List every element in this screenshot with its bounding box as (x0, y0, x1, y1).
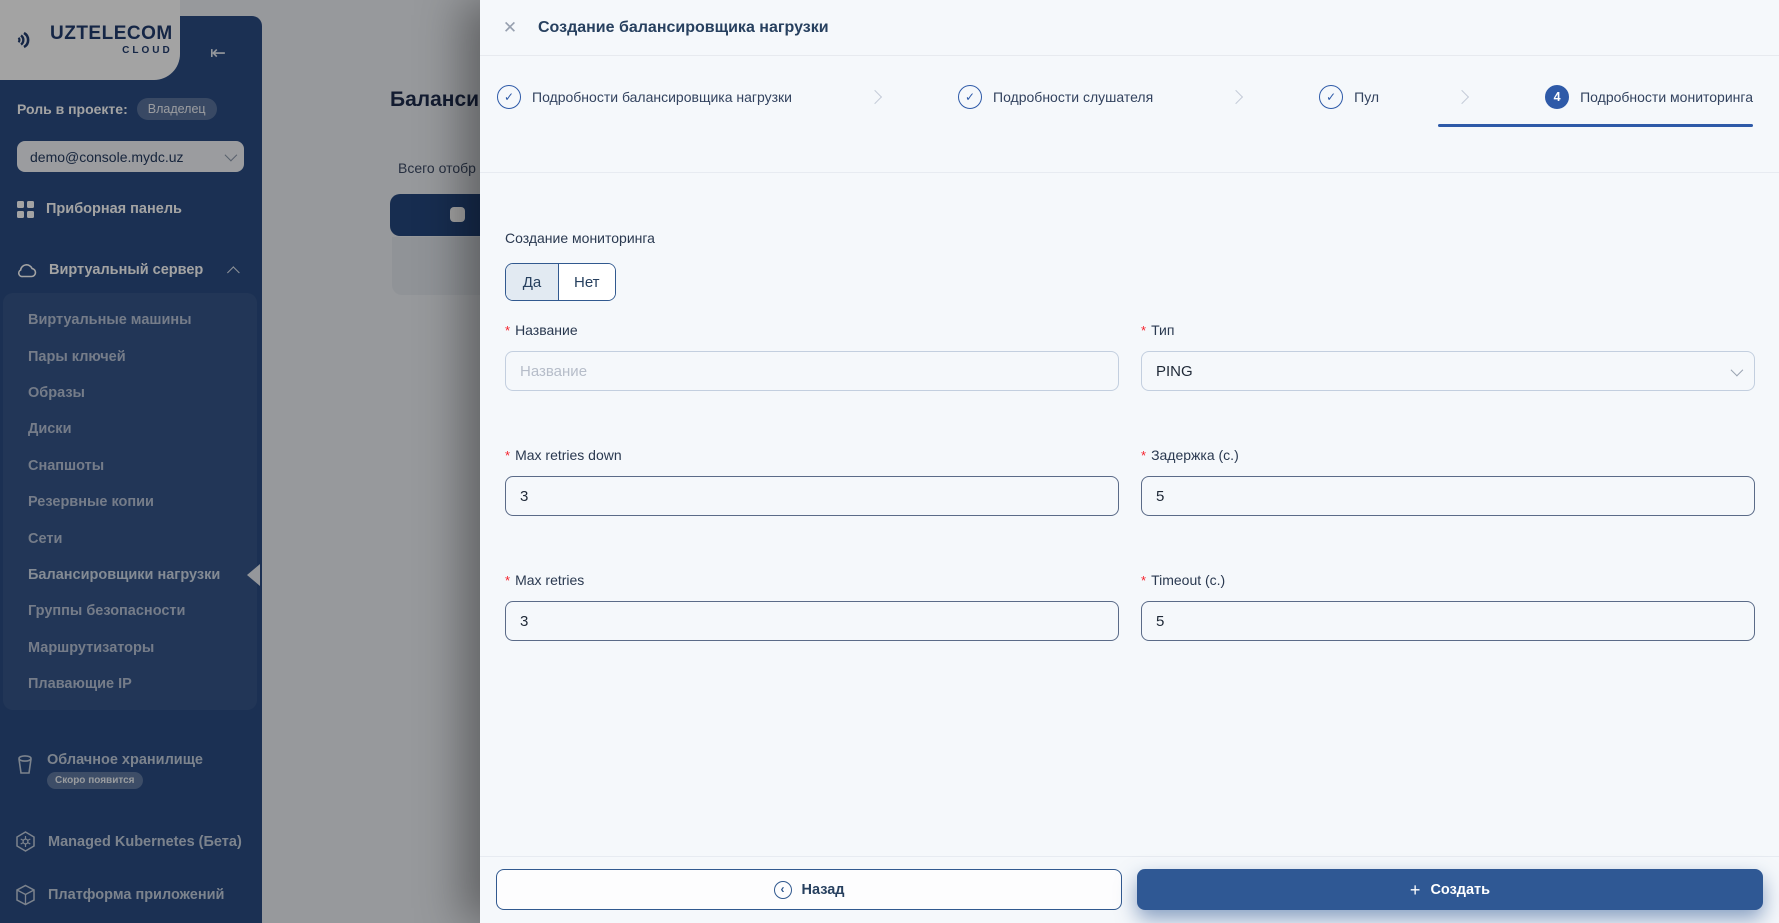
step-load-balancer-details[interactable]: ✓ Подробности балансировщика нагрузки (497, 85, 792, 109)
toggle-yes-button[interactable]: Да (506, 264, 558, 300)
max-retries-down-label: * Max retries down (505, 447, 1119, 463)
delay-label: * Задержка (с.) (1141, 447, 1755, 463)
step-pool[interactable]: ✓ Пул (1319, 85, 1379, 109)
name-label: * Название (505, 322, 1119, 338)
required-asterisk: * (505, 323, 510, 338)
back-arrow-icon: ‹ (774, 881, 792, 899)
field-max-retries-down: * Max retries down (505, 447, 1119, 516)
required-asterisk: * (505, 573, 510, 588)
back-button-label: Назад (802, 882, 845, 898)
monitoring-form: Создание мониторинга Да Нет * Название *… (480, 173, 1779, 856)
close-glyph: ✕ (503, 18, 517, 38)
create-load-balancer-drawer: ✕ Создание балансировщика нагрузки ✓ Под… (480, 0, 1779, 923)
plus-icon: + (1410, 881, 1421, 899)
create-button[interactable]: + Создать (1137, 869, 1763, 910)
chevron-down-icon (1731, 363, 1744, 376)
max-retries-label: * Max retries (505, 572, 1119, 588)
active-step-underline (1438, 124, 1753, 127)
step-listener-details[interactable]: ✓ Подробности слушателя (958, 85, 1153, 109)
max-retries-down-input[interactable] (505, 476, 1119, 516)
drawer-title: Создание балансировщика нагрузки (538, 19, 829, 37)
step-check-icon: ✓ (497, 85, 521, 109)
app-screen: Балансир Всего отобр UZTELECOM CLOUD ⇤ Р… (0, 0, 1779, 923)
chevron-right-icon (868, 89, 882, 103)
required-asterisk: * (505, 448, 510, 463)
step-label: Пул (1354, 89, 1379, 105)
drawer-footer: ‹ Назад + Создать (480, 856, 1779, 923)
chevron-right-icon (1455, 89, 1469, 103)
delay-input[interactable] (1141, 476, 1755, 516)
type-label: * Тип (1141, 322, 1755, 338)
timeout-input[interactable] (1141, 601, 1755, 641)
field-row-2: * Max retries down * Задержка (с.) (505, 447, 1755, 516)
required-asterisk: * (1141, 573, 1146, 588)
create-button-label: Создать (1430, 882, 1490, 898)
create-monitoring-label: Создание мониторинга (505, 230, 1755, 246)
max-retries-input[interactable] (505, 601, 1119, 641)
step-monitoring-details[interactable]: 4 Подробности мониторинга (1545, 85, 1753, 109)
drawer-header: ✕ Создание балансировщика нагрузки (480, 0, 1779, 56)
name-input[interactable] (505, 351, 1119, 391)
step-number-badge: 4 (1545, 85, 1569, 109)
field-name: * Название (505, 322, 1119, 391)
required-asterisk: * (1141, 323, 1146, 338)
field-row-3: * Max retries * Timeout (с.) (505, 572, 1755, 641)
type-select-value: PING (1156, 363, 1193, 380)
wizard-steps: ✓ Подробности балансировщика нагрузки ✓ … (480, 56, 1779, 127)
type-select[interactable]: PING (1141, 351, 1755, 391)
field-delay: * Задержка (с.) (1141, 447, 1755, 516)
field-max-retries: * Max retries (505, 572, 1119, 641)
back-button[interactable]: ‹ Назад (496, 869, 1122, 910)
field-row-1: * Название * Тип PING (505, 322, 1755, 391)
step-check-icon: ✓ (1319, 85, 1343, 109)
step-label: Подробности балансировщика нагрузки (532, 89, 792, 105)
close-icon[interactable]: ✕ (497, 15, 523, 41)
chevron-right-icon (1229, 89, 1243, 103)
required-asterisk: * (1141, 448, 1146, 463)
timeout-label: * Timeout (с.) (1141, 572, 1755, 588)
step-check-icon: ✓ (958, 85, 982, 109)
step-label: Подробности слушателя (993, 89, 1153, 105)
field-type: * Тип PING (1141, 322, 1755, 391)
step-label: Подробности мониторинга (1580, 89, 1753, 105)
toggle-no-button[interactable]: Нет (558, 264, 615, 300)
create-monitoring-toggle: Да Нет (505, 263, 616, 301)
field-timeout: * Timeout (с.) (1141, 572, 1755, 641)
